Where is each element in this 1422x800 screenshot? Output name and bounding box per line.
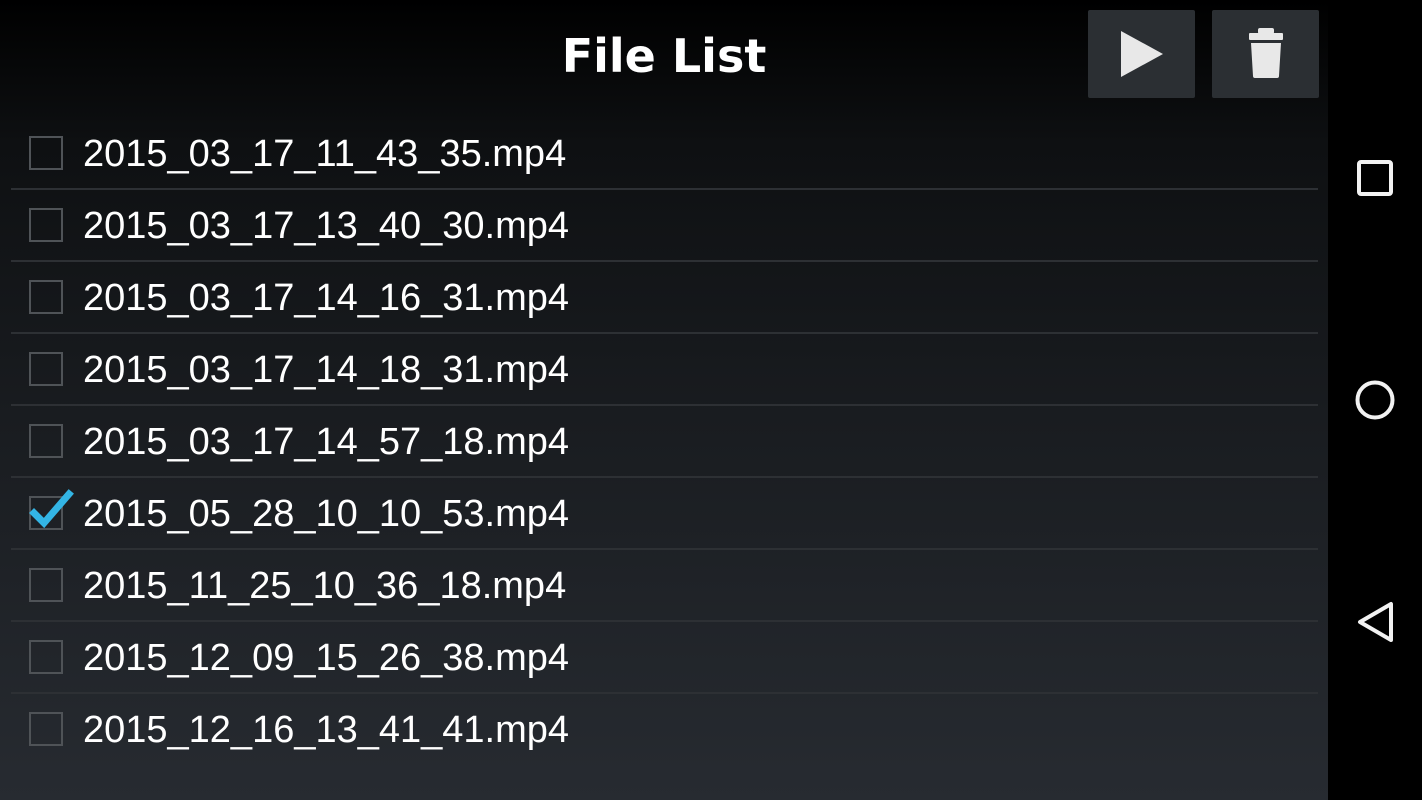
file-checkbox[interactable] [29,568,63,602]
recents-button[interactable] [1328,131,1422,225]
file-list-item[interactable]: 2015_12_09_15_26_38.mp4 [11,622,1318,694]
file-list-item[interactable]: 2015_03_17_13_40_30.mp4 [11,190,1318,262]
file-checkbox[interactable] [29,640,63,674]
file-checkbox[interactable] [29,208,63,242]
file-list-item[interactable]: 2015_05_28_10_10_53.mp4 [11,478,1318,550]
file-list-item[interactable]: 2015_12_16_13_41_41.mp4 [11,694,1318,764]
file-list-item[interactable]: 2015_03_17_11_43_35.mp4 [11,118,1318,190]
delete-button[interactable] [1212,10,1319,98]
file-list-item[interactable]: 2015_03_17_14_57_18.mp4 [11,406,1318,478]
file-checkbox[interactable] [29,489,74,530]
file-name: 2015_03_17_14_16_31.mp4 [83,277,570,319]
back-button[interactable] [1328,575,1422,669]
file-list-item[interactable]: 2015_03_17_14_16_31.mp4 [11,262,1318,334]
circle-icon [1355,380,1395,420]
file-name: 2015_12_16_13_41_41.mp4 [83,709,570,751]
play-icon [1121,31,1163,77]
file-list: 2015_03_17_11_43_35.mp4 2015_03_17_13_40_… [11,118,1318,764]
file-name: 2015_03_17_13_40_30.mp4 [83,205,570,247]
trash-icon [1249,28,1283,78]
file-name: 2015_03_17_14_18_31.mp4 [83,349,570,391]
file-name: 2015_12_09_15_26_38.mp4 [83,637,570,679]
file-checkbox[interactable] [29,424,63,458]
file-checkbox[interactable] [29,136,63,170]
file-list-item[interactable]: 2015_11_25_10_36_18.mp4 [11,550,1318,622]
triangle-back-icon [1358,602,1393,642]
file-list-item[interactable]: 2015_03_17_14_18_31.mp4 [11,334,1318,406]
file-name: 2015_03_17_11_43_35.mp4 [83,133,567,175]
file-checkbox[interactable] [29,712,63,746]
app-window: File List 2015_03_17_11_43_35.mp4 2015_03… [0,0,1328,800]
file-checkbox[interactable] [29,280,63,314]
checkmark-icon [29,489,74,529]
file-name: 2015_03_17_14_57_18.mp4 [83,421,570,463]
play-button[interactable] [1088,10,1195,98]
home-button[interactable] [1328,353,1422,447]
square-icon [1357,160,1393,196]
file-name: 2015_05_28_10_10_53.mp4 [83,493,570,535]
file-checkbox[interactable] [29,352,63,386]
file-name: 2015_11_25_10_36_18.mp4 [83,565,567,607]
navigation-bar [1328,0,1422,800]
